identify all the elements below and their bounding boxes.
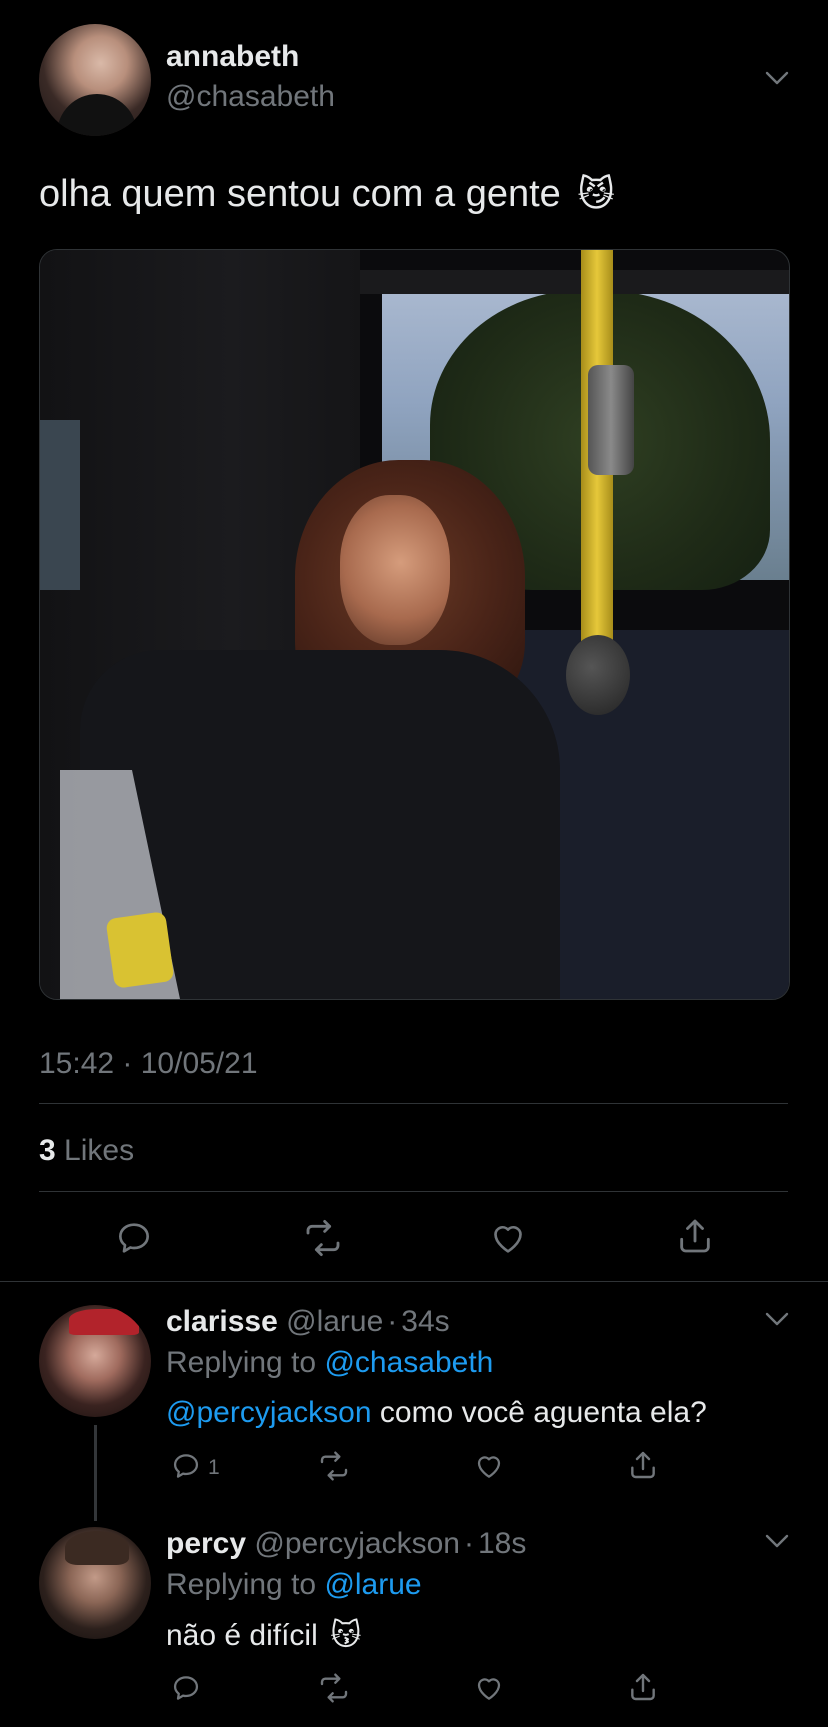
replying-to-handle[interactable]: @chasabeth [324, 1346, 493, 1379]
reply-text: @percyjackson como você aguenta ela? [166, 1396, 707, 1430]
avatar-annabeth[interactable] [39, 24, 151, 136]
tweet-photo[interactable] [39, 249, 790, 1000]
share-icon[interactable] [627, 1670, 659, 1704]
share-icon[interactable] [675, 1215, 715, 1257]
retweet-icon[interactable] [301, 1218, 345, 1258]
reply-separator: · [463, 1527, 474, 1560]
divider-top [39, 1103, 788, 1104]
replying-to-handle[interactable]: @larue [324, 1568, 421, 1601]
smirking-cat-emoji: 😼 [577, 173, 615, 214]
reply-display-name[interactable]: clarisse [166, 1305, 278, 1338]
reply-handle[interactable]: @larue [286, 1305, 383, 1338]
reply-text-body: não é difícil [166, 1619, 318, 1652]
chevron-down-icon[interactable] [762, 1526, 792, 1556]
heart-icon[interactable] [472, 1450, 506, 1482]
replying-to-prefix: Replying to [166, 1568, 317, 1601]
reply-text: não é difícil 😽 [166, 1618, 361, 1653]
reply-time[interactable]: 18s [478, 1527, 526, 1560]
author-display-name[interactable]: annabeth [166, 40, 299, 74]
photo-person-face [340, 495, 450, 645]
replying-to: Replying to @chasabeth [166, 1346, 493, 1380]
reply-icon[interactable] [170, 1450, 202, 1482]
chevron-down-icon[interactable] [762, 63, 792, 93]
thread-line [94, 1425, 97, 1521]
divider-middle [39, 1191, 788, 1192]
reply-header: clarisse @larue · 34s [166, 1305, 450, 1339]
avatar-clarisse[interactable] [39, 1305, 151, 1417]
reply-icon[interactable] [170, 1672, 202, 1704]
author-handle[interactable]: @chasabeth [166, 80, 335, 114]
tweet-text: olha quem sentou com a gente 😼 [39, 173, 615, 216]
divider-bottom [0, 1281, 828, 1282]
photo-pole-base [566, 635, 630, 715]
photo-window-frame [340, 270, 789, 294]
reply-text-body: como você aguenta ela? [371, 1396, 707, 1429]
reply-header: percy @percyjackson · 18s [166, 1527, 526, 1561]
heart-icon[interactable] [472, 1672, 506, 1704]
chevron-down-icon[interactable] [762, 1304, 792, 1334]
reply-mention[interactable]: @percyjackson [166, 1396, 372, 1429]
kissing-cat-emoji: 😽 [330, 1619, 362, 1652]
retweet-icon[interactable] [316, 1450, 352, 1482]
likes-label: Likes [64, 1134, 135, 1167]
photo-pole-button [588, 365, 634, 475]
reply-separator: · [387, 1305, 398, 1338]
retweet-icon[interactable] [316, 1672, 352, 1704]
share-icon[interactable] [627, 1448, 659, 1482]
tweet-timestamp[interactable]: 15:42 · 10/05/21 [39, 1047, 258, 1081]
likes-summary[interactable]: 3 Likes [39, 1134, 134, 1168]
reply-display-name[interactable]: percy [166, 1527, 246, 1560]
reply-count: 1 [208, 1456, 220, 1479]
heart-icon[interactable] [487, 1218, 529, 1258]
photo-phone [105, 911, 175, 989]
tweet-text-body: olha quem sentou com a gente [39, 173, 561, 215]
avatar-percy[interactable] [39, 1527, 151, 1639]
photo-left-window [40, 420, 80, 590]
reply-handle[interactable]: @percyjackson [254, 1527, 460, 1560]
replying-to: Replying to @larue [166, 1568, 422, 1602]
reply-time[interactable]: 34s [401, 1305, 449, 1338]
reply-icon[interactable] [114, 1218, 154, 1258]
replying-to-prefix: Replying to [166, 1346, 317, 1379]
likes-count: 3 [39, 1134, 56, 1167]
